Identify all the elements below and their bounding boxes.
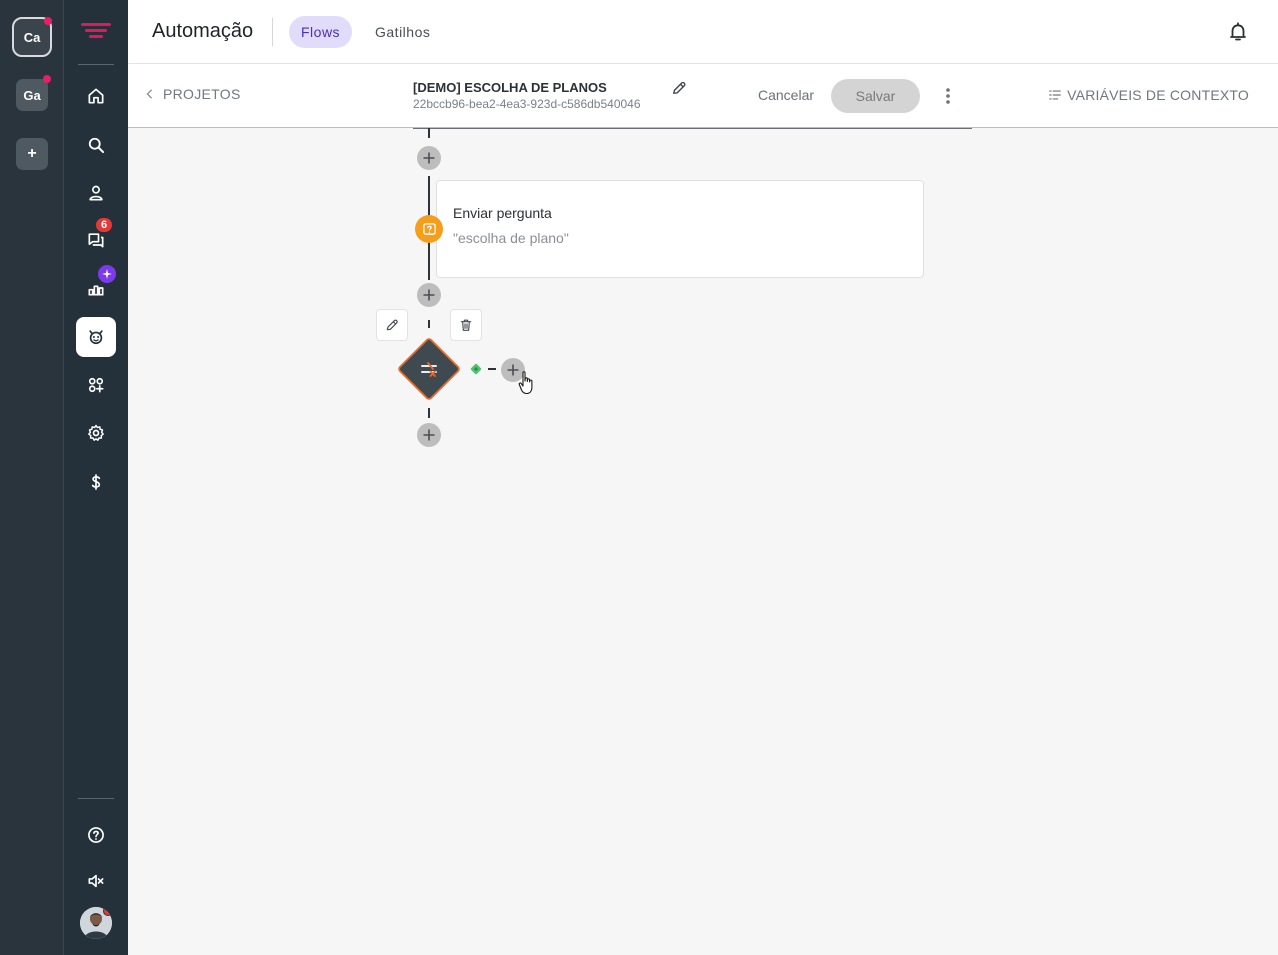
plus-icon	[423, 429, 435, 441]
nav-search[interactable]	[76, 125, 116, 165]
question-icon	[422, 222, 436, 235]
tab-flows[interactable]: Flows	[289, 16, 353, 48]
nav-chats[interactable]: 6	[76, 217, 116, 260]
nav-divider	[78, 798, 114, 799]
search-icon	[88, 137, 105, 154]
workspace-ca[interactable]: Ca	[12, 17, 52, 57]
brand-logo-icon	[81, 23, 111, 38]
pencil-icon[interactable]	[670, 79, 688, 97]
tab-gatilhos[interactable]: Gatilhos	[363, 16, 442, 48]
trash-icon	[460, 319, 472, 331]
chats-icon	[88, 233, 104, 248]
connector-line	[428, 128, 430, 138]
main-navigation: 6	[64, 0, 128, 955]
flow-canvas[interactable]: Enviar pergunta "escolha de plano"	[128, 128, 1278, 955]
nav-settings[interactable]	[76, 413, 116, 453]
workspace-ga[interactable]: Ga	[16, 75, 51, 111]
add-step-button[interactable]	[417, 423, 441, 447]
app-header: Automação Flows Gatilhos	[128, 0, 1278, 64]
notification-dot	[103, 907, 112, 916]
back-label: PROJETOS	[163, 86, 241, 102]
pencil-icon	[386, 319, 398, 331]
notification-dot	[43, 75, 51, 83]
more-options-icon[interactable]	[938, 85, 958, 107]
node-title: Enviar pergunta	[453, 205, 552, 221]
flow-toolbar: PROJETOS [DEMO] ESCOLHA DE PLANOS 22bccb…	[128, 64, 1278, 128]
add-step-button[interactable]	[417, 146, 441, 170]
mute-icon	[88, 874, 104, 888]
nav-help[interactable]	[76, 815, 116, 855]
flow-name: [DEMO] ESCOLHA DE PLANOS	[413, 80, 607, 95]
settings-icon	[88, 424, 104, 441]
connector-line	[428, 408, 430, 418]
context-variables-button[interactable]: VARIÁVEIS DE CONTEXTO	[1048, 87, 1249, 103]
chats-badge: 6	[95, 217, 113, 233]
nav-apps[interactable]	[76, 365, 116, 405]
home-icon	[88, 88, 104, 104]
question-node-card[interactable]: Enviar pergunta "escolha de plano"	[436, 180, 924, 278]
cancel-button[interactable]: Cancelar	[758, 87, 814, 103]
notification-dot	[44, 17, 52, 25]
page-title: Automação	[152, 20, 254, 42]
save-button[interactable]: Salvar	[831, 79, 920, 113]
nav-sound[interactable]	[76, 861, 116, 901]
workspace-label: Ga	[23, 87, 41, 103]
chevron-left-icon	[146, 89, 152, 99]
list-icon	[1049, 90, 1062, 100]
workspace-rail: Ca Ga +	[0, 0, 64, 955]
back-to-projects-link[interactable]: PROJETOS	[146, 86, 241, 102]
node-subtitle: "escolha de plano"	[453, 230, 569, 246]
plus-icon	[423, 289, 435, 301]
apps-icon	[88, 377, 104, 393]
sparkle-badge	[97, 264, 117, 284]
automation-icon	[89, 330, 103, 345]
connector-line	[428, 320, 430, 328]
user-avatar[interactable]	[80, 907, 112, 939]
flow-id: 22bccb96-bea2-4ea3-923d-c586db540046	[413, 97, 641, 111]
context-variables-label: VARIÁVEIS DE CONTEXTO	[1067, 87, 1249, 103]
nav-contacts[interactable]	[76, 173, 116, 213]
nav-billing[interactable]	[76, 462, 116, 502]
billing-icon	[91, 474, 101, 490]
plus-icon	[423, 152, 435, 164]
canvas-edge-line	[413, 128, 972, 129]
help-icon	[88, 827, 104, 843]
add-workspace-label: +	[27, 145, 37, 162]
bell-icon[interactable]	[1226, 20, 1250, 44]
workspace-label: Ca	[23, 29, 41, 45]
add-workspace-button[interactable]: +	[16, 138, 48, 170]
add-step-button[interactable]	[417, 283, 441, 307]
nav-divider	[78, 64, 114, 65]
hand-cursor-icon	[518, 371, 533, 395]
contacts-icon	[89, 185, 103, 201]
condition-true-handle[interactable]	[469, 362, 483, 376]
question-node-icon	[415, 215, 443, 243]
nav-reports[interactable]	[76, 264, 117, 308]
nav-automation[interactable]	[76, 317, 116, 357]
condition-node[interactable]	[392, 332, 466, 406]
sparkle-icon	[102, 269, 112, 279]
nav-home[interactable]	[76, 76, 116, 116]
connector-line	[488, 368, 496, 370]
header-divider	[272, 18, 273, 46]
